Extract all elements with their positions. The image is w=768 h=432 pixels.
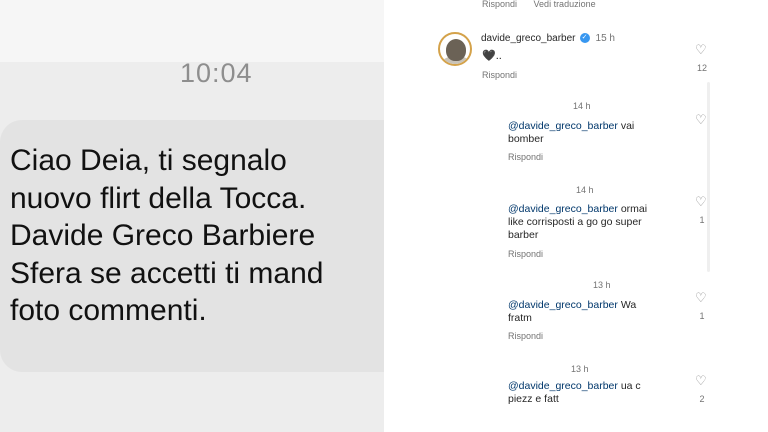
reply-button[interactable]: Rispondi [482, 70, 517, 80]
instagram-comments-panel: Rispondi Vedi traduzione davide_greco_ba… [384, 0, 768, 432]
comment-line: ormai [617, 203, 648, 215]
comment-text: @davide_greco_barber vai bomber [508, 120, 688, 146]
sms-line: Ciao Deia, ti segnalo [10, 144, 287, 177]
comment-line: ua c [617, 380, 641, 392]
avatar-face [446, 39, 466, 61]
sms-line: nuovo flirt della Tocca. [10, 181, 307, 215]
comment-time: 14 h [576, 185, 594, 195]
comment-time: 14 h [573, 101, 591, 111]
heart-icon[interactable]: ♡ [695, 113, 707, 127]
comment-line: fratm [508, 312, 532, 324]
heart-icon[interactable]: ♡ [695, 291, 707, 305]
sms-line: foto commenti. [10, 294, 207, 327]
reply-link[interactable]: Rispondi [482, 0, 517, 9]
mention-link[interactable]: @davide_greco_barber [508, 299, 618, 311]
comment-time: 13 h [571, 364, 589, 374]
top-actions: Rispondi Vedi traduzione [482, 0, 610, 9]
comment-line: bomber [508, 133, 544, 145]
reply-button[interactable]: Rispondi [508, 331, 543, 341]
sms-timestamp: 10:04 [180, 58, 253, 88]
comment-line: like corrisposti a go go super [508, 216, 642, 228]
username[interactable]: davide_greco_barber [481, 33, 576, 44]
comment-line: Wa [617, 299, 637, 311]
heart-icon[interactable]: ♡ [695, 43, 707, 57]
avatar[interactable] [438, 32, 472, 66]
sms-panel: 10:04 Ciao Deia, ti segnalo nuovo flirt … [0, 0, 384, 432]
like-count: 12 [696, 63, 707, 73]
comment-time: 13 h [593, 280, 611, 290]
comment-text: @davide_greco_barber Wa fratm [508, 299, 688, 325]
heart-icon[interactable]: ♡ [695, 374, 707, 388]
comment-line: piezz e fatt [508, 393, 559, 405]
sms-line: Davide Greco Barbiere [10, 219, 316, 252]
like-count: 2 [699, 394, 705, 404]
post-header: davide_greco_barber ✓ 15 h [481, 33, 615, 44]
comment-text: 🖤.. [482, 50, 502, 62]
reply-button[interactable]: Rispondi [508, 249, 543, 259]
comment-line: vai [617, 120, 635, 132]
sms-message: Ciao Deia, ti segnalo nuovo flirt della … [10, 142, 384, 330]
mention-link[interactable]: @davide_greco_barber [508, 120, 618, 132]
verified-icon: ✓ [579, 33, 590, 44]
comment-text: @davide_greco_barber ua c piezz e fatt [508, 380, 688, 406]
mention-link[interactable]: @davide_greco_barber [508, 380, 618, 392]
time-ago: 15 h [595, 33, 615, 44]
reply-button[interactable]: Rispondi [508, 152, 543, 162]
sms-line: Sfera se accetti ti mand [10, 256, 324, 290]
like-count: 1 [699, 311, 705, 321]
comment-text: @davide_greco_barber ormai like corrispo… [508, 203, 698, 242]
mention-link[interactable]: @davide_greco_barber [508, 203, 618, 215]
heart-icon[interactable]: ♡ [695, 195, 707, 209]
sms-top-band [0, 0, 384, 62]
scrollbar[interactable] [707, 82, 710, 272]
translate-link[interactable]: Vedi traduzione [534, 0, 596, 9]
comment-line: barber [508, 229, 539, 241]
